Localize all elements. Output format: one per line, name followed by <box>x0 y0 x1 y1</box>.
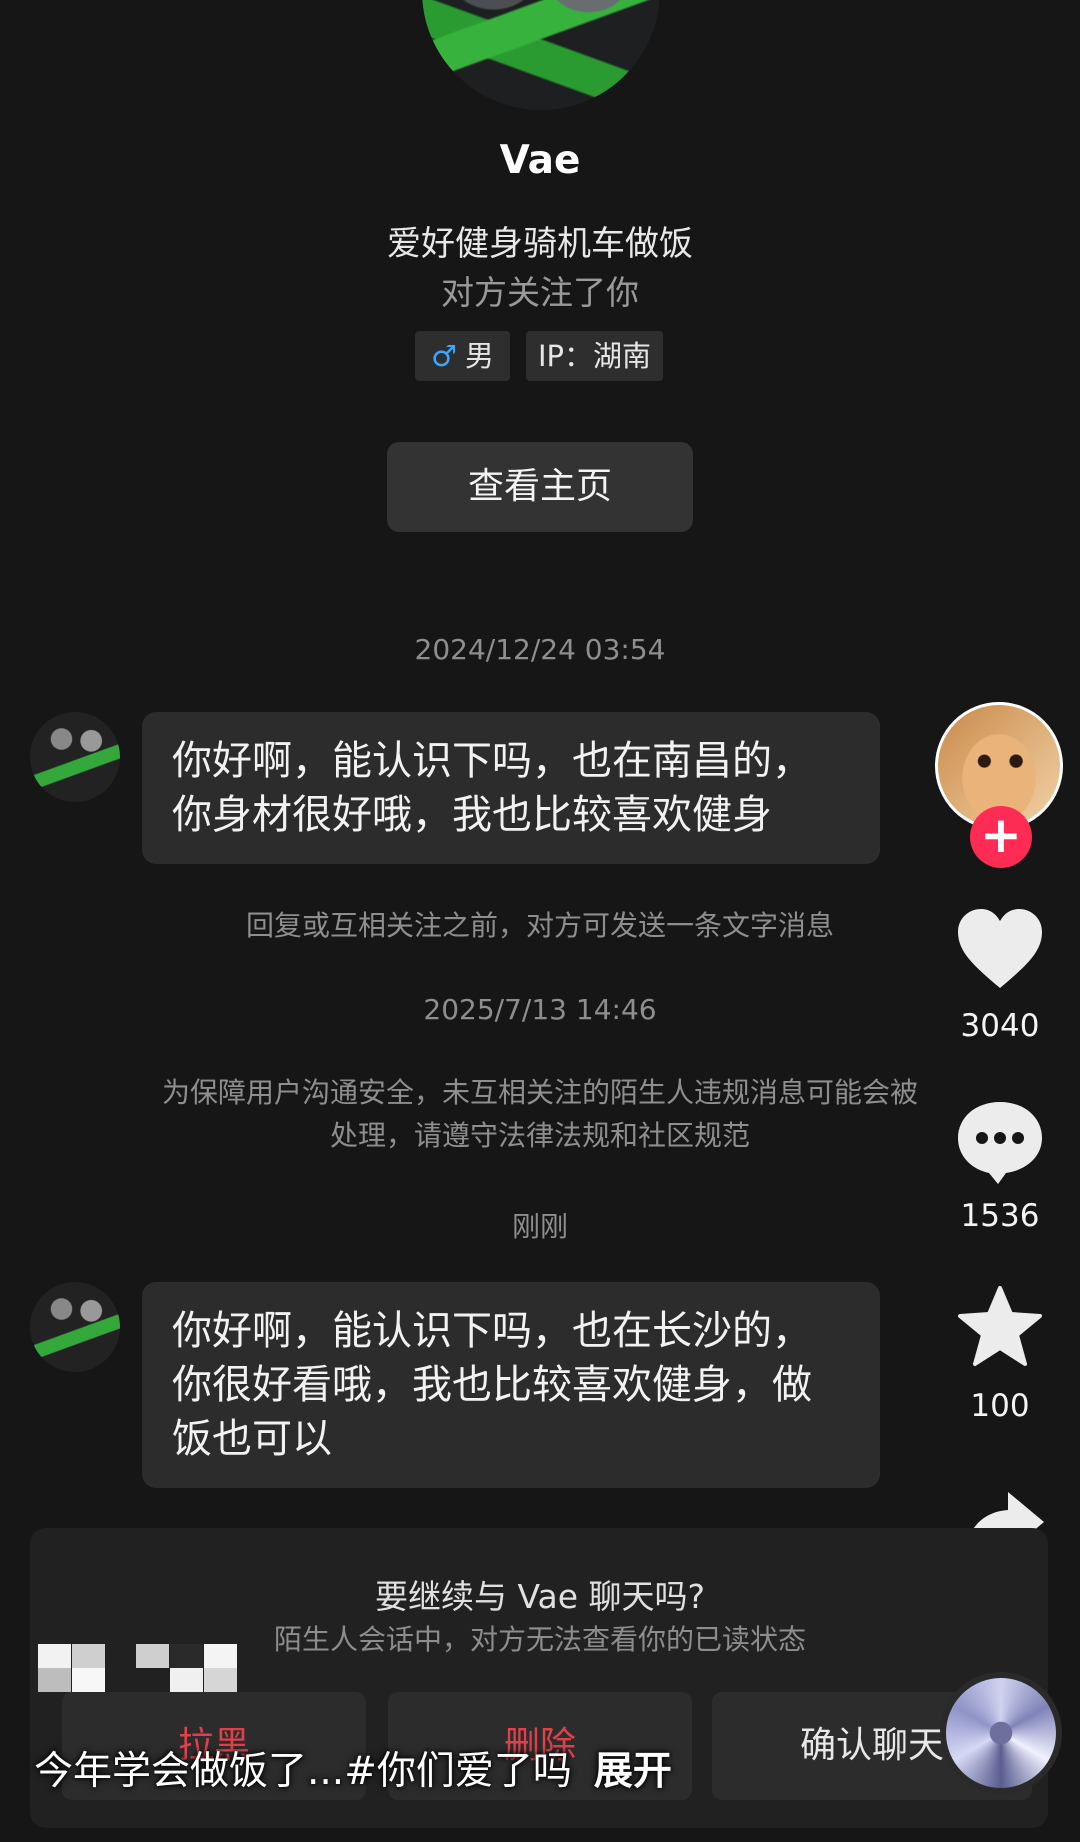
sender-avatar[interactable] <box>30 712 120 802</box>
ip-location-tag: IP：湖南 <box>526 331 663 381</box>
expand-caption-link[interactable]: 展开 <box>594 1749 672 1794</box>
like-count: 3040 <box>960 1008 1040 1044</box>
profile-name: Vae <box>499 138 581 183</box>
timestamp: 2025/7/13 14:46 <box>423 993 657 1026</box>
continue-chat-title: 要继续与 Vae 聊天吗? <box>374 1577 706 1616</box>
gender-label: 男 <box>464 339 494 373</box>
profile-bio: 爱好健身骑机车做饭 <box>387 224 693 264</box>
message-bubble[interactable]: 你好啊，能认识下吗，也在长沙的，你很好看哦，我也比较喜欢健身，做饭也可以 <box>142 1282 880 1488</box>
system-notice: 回复或互相关注之前，对方可发送一条文字消息 <box>245 909 834 942</box>
heart-icon[interactable] <box>954 906 1046 992</box>
favorite-count: 100 <box>970 1388 1030 1424</box>
privacy-mosaic <box>136 1644 260 1692</box>
safety-notice-line: 为保障用户沟通安全，未互相关注的陌生人违规消息可能会被 <box>161 1076 918 1109</box>
comment-count: 1536 <box>960 1198 1040 1234</box>
follow-status: 对方关注了你 <box>441 273 639 312</box>
timestamp: 刚刚 <box>511 1210 568 1243</box>
sender-avatar[interactable] <box>30 1282 120 1372</box>
timestamp: 2024/12/24 03:54 <box>414 633 666 666</box>
caption-text: 今年学会做饭了...#你们爱了吗 <box>34 1749 572 1794</box>
video-caption[interactable]: 今年学会做饭了...#你们爱了吗 展开 <box>34 1740 672 1796</box>
safety-notice-line: 处理，请遵守法律法规和社区规范 <box>329 1119 750 1152</box>
gender-tag: ♂ 男 <box>415 331 510 381</box>
profile-avatar[interactable] <box>422 0 660 110</box>
male-icon: ♂ <box>430 339 457 373</box>
view-homepage-button[interactable]: 查看主页 <box>387 442 693 532</box>
star-icon[interactable] <box>956 1284 1044 1368</box>
message-bubble[interactable]: 你好啊，能认识下吗，也在南昌的，你身材很好哦，我也比较喜欢健身 <box>142 712 880 864</box>
privacy-mosaic <box>38 1644 106 1692</box>
follow-plus-button[interactable]: + <box>970 806 1032 868</box>
music-disc-icon[interactable] <box>940 1672 1062 1794</box>
comment-icon[interactable] <box>954 1098 1046 1186</box>
